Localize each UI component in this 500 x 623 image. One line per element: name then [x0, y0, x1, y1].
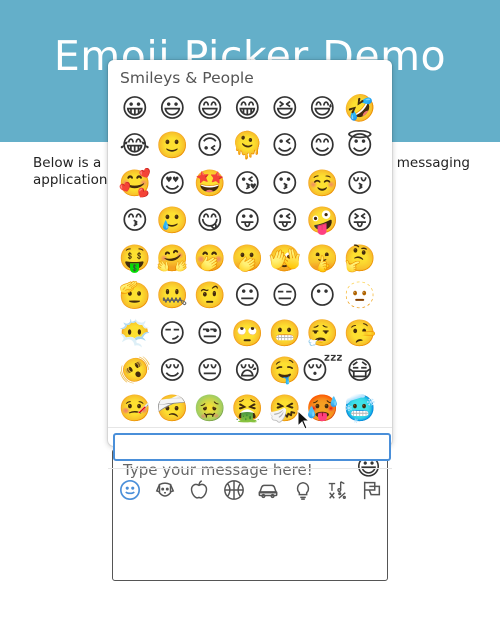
emoji-option[interactable]: 🤥 [341, 315, 379, 353]
tab-flags[interactable] [360, 478, 384, 502]
emoji-search-input[interactable] [113, 433, 391, 461]
emoji-option[interactable]: 😏 [154, 315, 192, 353]
emoji-option[interactable]: 😘 [229, 165, 267, 203]
intro-text-end: messaging [396, 155, 470, 171]
tab-objects[interactable] [291, 478, 315, 502]
emoji-option[interactable]: 😗 [266, 165, 304, 203]
symbols-icon [329, 481, 347, 499]
emoji-option[interactable]: 🫠 [229, 128, 267, 166]
emoji-option[interactable]: 😴 [301, 353, 343, 391]
emoji-option[interactable]: 🤨 [191, 278, 229, 316]
emoji-option[interactable]: 🫨 [116, 353, 154, 391]
emoji-option[interactable]: 🤢 [191, 390, 229, 427]
emoji-option[interactable]: 😝 [341, 203, 379, 241]
emoji-option[interactable]: 😇 [341, 128, 379, 166]
emoji-option[interactable]: 😷 [341, 353, 379, 391]
emoji-grid: 😀 😃 😄 😁 😆 😅 🤣 😂 🙂 🙃 🫠 😉 😊 😇 🥰 😍 🤩 😘 😗 ☺️ 😚 😙 🥲 😋 😛 😜 🤪 😝 🤑 🤗 🤭 🫢 🫣 🤫 🤔 🫡 🤐 🤨 😐… [116, 90, 386, 427]
tab-animals[interactable] [153, 478, 177, 502]
emoji-option[interactable]: 🤩 [191, 165, 229, 203]
emoji-option[interactable]: 😶 [304, 278, 342, 316]
tab-smileys[interactable] [118, 478, 142, 502]
category-tabs [118, 476, 384, 504]
emoji-option[interactable]: 😪 [229, 353, 267, 391]
tab-travel[interactable] [256, 478, 280, 502]
emoji-option[interactable]: 🤣 [341, 90, 379, 128]
emoji-option[interactable]: 🙂 [154, 128, 192, 166]
emoji-option[interactable]: 🫣 [266, 240, 304, 278]
emoji-option[interactable]: 🤤 [266, 353, 304, 391]
emoji-option[interactable]: 😒 [191, 315, 229, 353]
emoji-option[interactable]: 😜 [266, 203, 304, 241]
emoji-option[interactable]: 😙 [116, 203, 154, 241]
emoji-option[interactable]: 😛 [229, 203, 267, 241]
emoji-option[interactable]: 😬 [266, 315, 304, 353]
emoji-option[interactable]: 😅 [304, 90, 342, 128]
emoji-option[interactable]: 🫥 [341, 278, 379, 316]
emoji-option[interactable]: 😌 [154, 353, 192, 391]
emoji-option[interactable]: 🫢 [229, 240, 267, 278]
emoji-option[interactable]: 😊 [304, 128, 342, 166]
emoji-option[interactable]: 😐 [229, 278, 267, 316]
divider [108, 468, 392, 469]
emoji-option[interactable]: 😑 [266, 278, 304, 316]
emoji-option[interactable]: 🤪 [304, 203, 342, 241]
emoji-option[interactable]: 😉 [266, 128, 304, 166]
emoji-picker: Smileys & People 😀 😃 😄 😁 😆 😅 🤣 😂 🙂 🙃 🫠 😉 😊 😇 🥰 😍 🤩 😘 😗 ☺️ 😚 😙… [108, 60, 392, 500]
emoji-option[interactable]: 🤒 [116, 390, 154, 427]
apple-icon [190, 480, 208, 499]
divider [108, 427, 392, 428]
emoji-option[interactable]: 🥰 [116, 165, 154, 203]
emoji-option[interactable]: 🤗 [154, 240, 192, 278]
emoji-option[interactable]: 🙃 [191, 128, 229, 166]
emoji-option[interactable]: 😀 [116, 90, 154, 128]
emoji-option[interactable]: 🤐 [154, 278, 192, 316]
emoji-option[interactable]: 😶‍🌫️ [116, 315, 154, 353]
mouse-cursor-icon [297, 410, 311, 430]
smiley-icon [120, 480, 140, 500]
emoji-option[interactable]: 🤕 [154, 390, 192, 427]
flag-icon [363, 481, 381, 500]
tab-activity[interactable] [222, 478, 246, 502]
emoji-option[interactable]: 🤫 [304, 240, 342, 278]
emoji-option[interactable]: 😁 [229, 90, 267, 128]
emoji-option[interactable]: 😂 [116, 128, 154, 166]
emoji-option[interactable]: 😔 [191, 353, 229, 391]
emoji-option[interactable]: 😄 [191, 90, 229, 128]
intro-text-start: Below is a [33, 155, 102, 171]
emoji-option[interactable]: 🤭 [191, 240, 229, 278]
emoji-option[interactable]: 🥶 [341, 390, 379, 427]
emoji-option[interactable]: 🫡 [116, 278, 154, 316]
emoji-option[interactable]: 🙄 [229, 315, 267, 353]
basketball-icon [223, 480, 244, 500]
emoji-option[interactable]: 😮‍💨 [304, 315, 342, 353]
emoji-option[interactable]: 😃 [154, 90, 192, 128]
car-icon [258, 484, 278, 499]
emoji-option[interactable]: 🤑 [116, 240, 154, 278]
tab-symbols[interactable] [325, 478, 349, 502]
dog-icon [155, 482, 174, 497]
emoji-option[interactable]: ☺️ [304, 165, 342, 203]
lightbulb-icon [296, 481, 309, 500]
emoji-option[interactable]: 🤔 [341, 240, 379, 278]
category-title: Smileys & People [120, 69, 254, 87]
emoji-option[interactable]: 🤮 [229, 390, 267, 427]
emoji-option[interactable]: 😆 [266, 90, 304, 128]
emoji-option[interactable]: 😋 [191, 203, 229, 241]
tab-food[interactable] [187, 478, 211, 502]
emoji-option[interactable]: 😚 [341, 165, 379, 203]
emoji-option[interactable]: 🥲 [154, 203, 192, 241]
emoji-option[interactable]: 😍 [154, 165, 192, 203]
